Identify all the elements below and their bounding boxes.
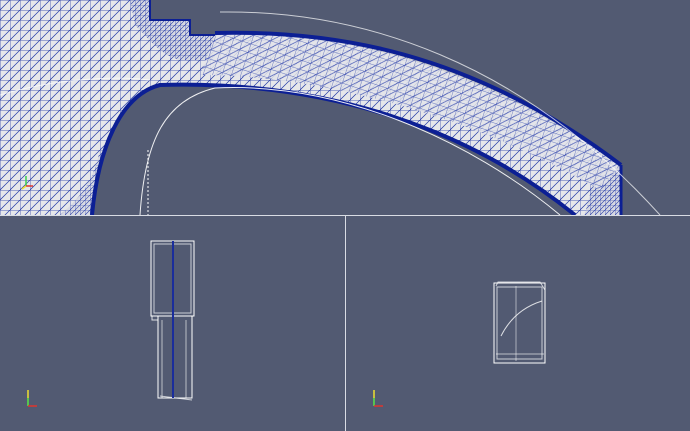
viewport-bottom-left[interactable] [0,216,345,431]
wireframe-side-render [27,240,195,407]
wire-section-curve [500,300,543,337]
orientation-axes-icon [27,390,37,407]
wire-section-box [493,282,546,364]
orientation-axes-icon [373,390,383,407]
wire-lower-block [157,315,193,399]
wireframe-section-render [373,281,546,407]
viewport-bottom-right[interactable] [346,216,690,431]
mesh-render [0,0,661,215]
viewport-top[interactable] [0,0,690,215]
